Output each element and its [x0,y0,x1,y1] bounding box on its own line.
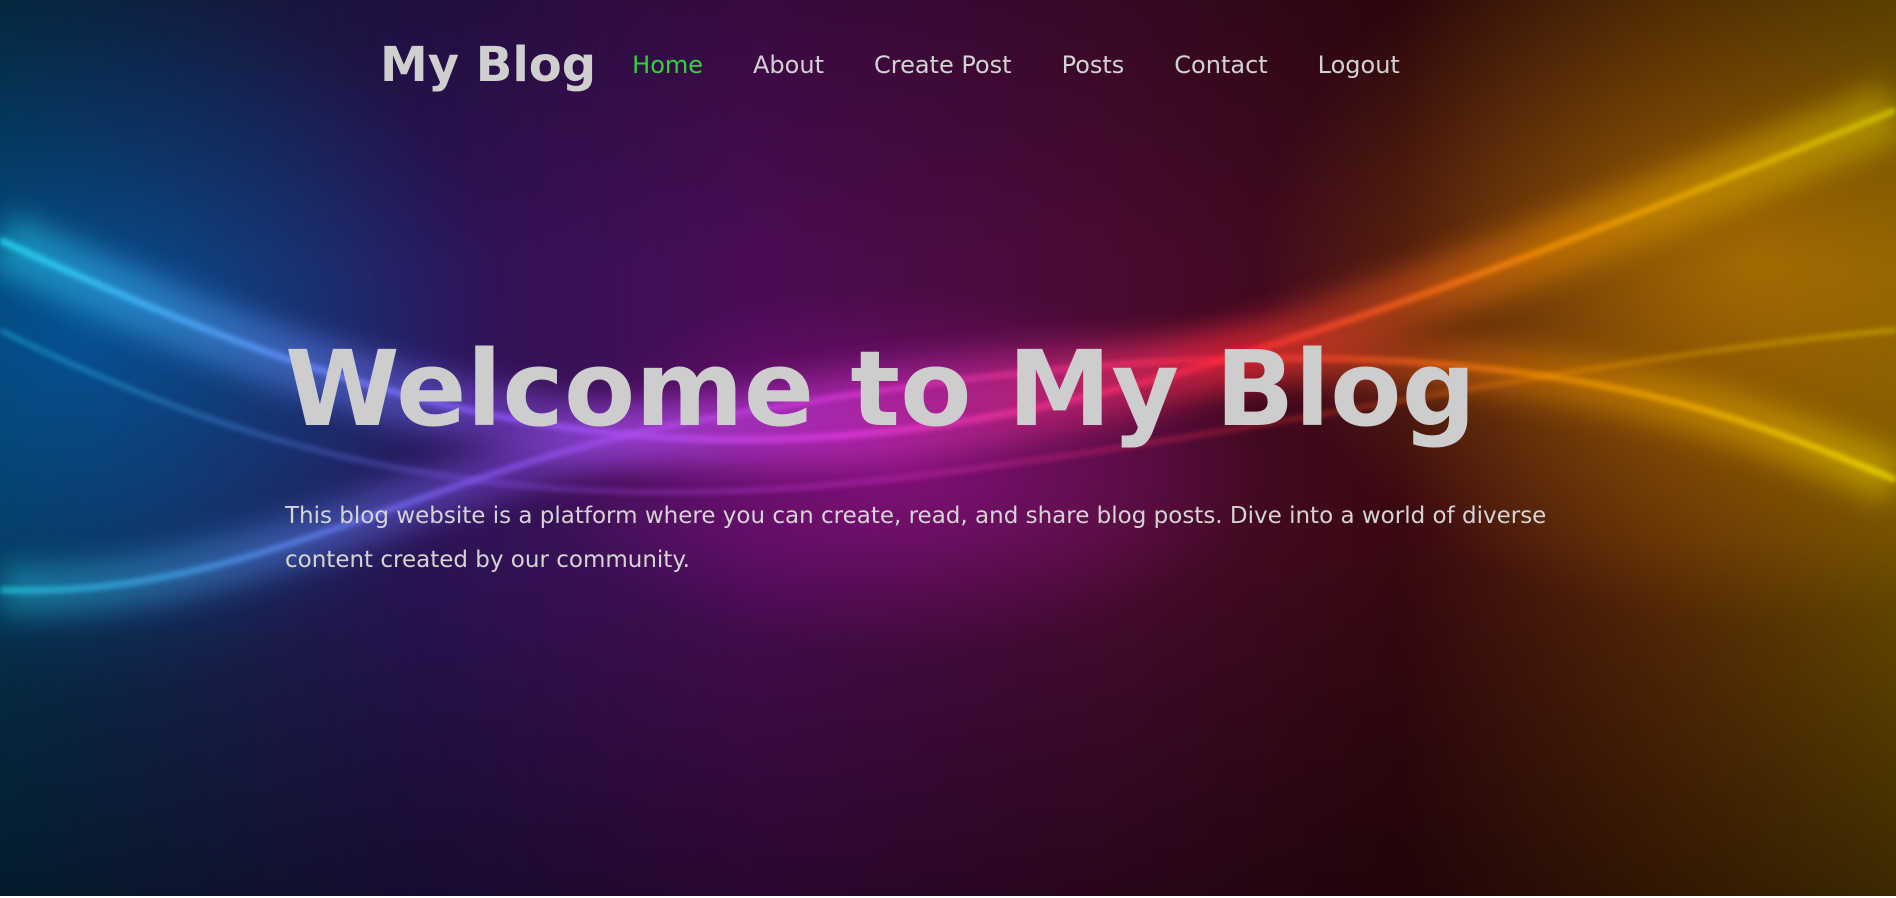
nav-link-create-post[interactable]: Create Post [874,51,1012,79]
top-navbar: My Blog Home About Create Post Posts Con… [380,30,1450,100]
hero-description: This blog website is a platform where yo… [285,503,1547,573]
hero-title: Welcome to My Blog [285,328,1477,450]
nav-link-posts[interactable]: Posts [1062,51,1125,79]
nav-link-contact[interactable]: Contact [1174,51,1267,79]
nav-link-home[interactable]: Home [632,51,703,79]
hero-section: My Blog Home About Create Post Posts Con… [0,0,1896,896]
nav-link-logout[interactable]: Logout [1318,51,1400,79]
site-logo[interactable]: My Blog [380,37,596,93]
nav-link-about[interactable]: About [753,51,824,79]
